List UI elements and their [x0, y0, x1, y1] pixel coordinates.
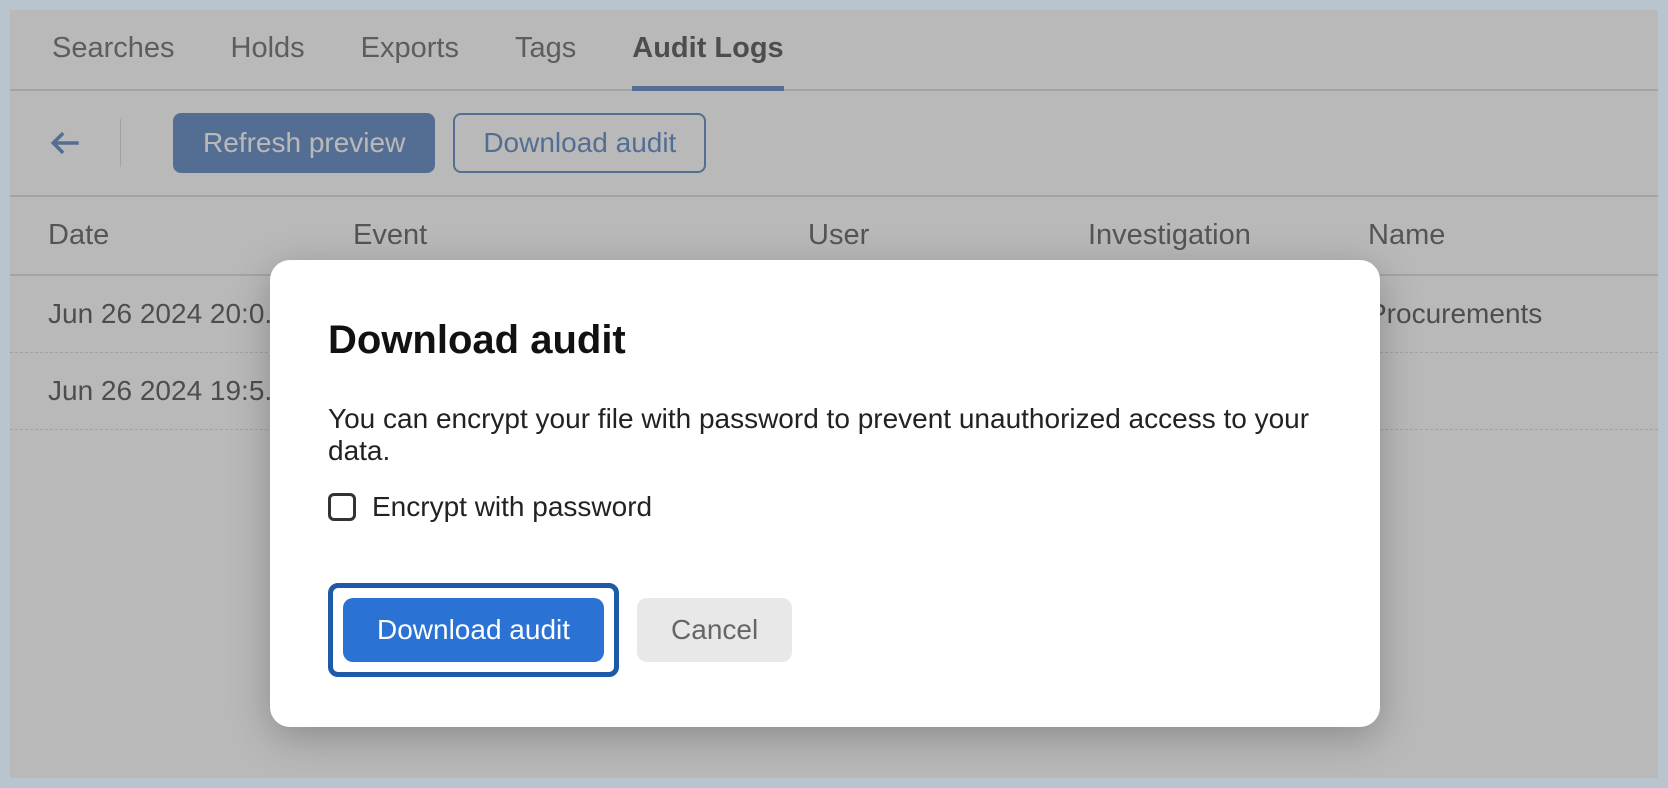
modal-cancel-button[interactable]: Cancel	[637, 598, 792, 662]
cell-name	[1368, 375, 1620, 407]
arrow-left-icon	[49, 126, 83, 160]
download-audit-button[interactable]: Download audit	[453, 113, 706, 173]
tab-tags[interactable]: Tags	[515, 32, 576, 89]
header-date: Date	[48, 219, 353, 252]
download-highlight: Download audit	[328, 583, 619, 677]
header-user: User	[808, 219, 1088, 252]
header-event: Event	[353, 219, 808, 252]
modal-download-button[interactable]: Download audit	[343, 598, 604, 662]
tab-exports[interactable]: Exports	[361, 32, 459, 89]
toolbar: Refresh preview Download audit	[10, 91, 1658, 197]
download-audit-modal: Download audit You can encrypt your file…	[270, 260, 1380, 727]
refresh-preview-button[interactable]: Refresh preview	[173, 113, 435, 173]
app-frame: Searches Holds Exports Tags Audit Logs R…	[10, 10, 1658, 778]
header-name: Name	[1368, 219, 1620, 252]
tab-searches[interactable]: Searches	[52, 32, 175, 89]
tab-holds[interactable]: Holds	[231, 32, 305, 89]
modal-actions: Download audit Cancel	[328, 583, 1322, 677]
encrypt-checkbox-row[interactable]: Encrypt with password	[328, 491, 1322, 523]
tabs-bar: Searches Holds Exports Tags Audit Logs	[10, 10, 1658, 91]
back-button[interactable]	[48, 125, 84, 161]
modal-title: Download audit	[328, 318, 1322, 363]
tab-audit-logs[interactable]: Audit Logs	[632, 32, 783, 89]
cell-name: Procurements	[1368, 298, 1620, 330]
toolbar-divider	[120, 119, 121, 167]
encrypt-checkbox-label: Encrypt with password	[372, 491, 652, 523]
modal-description: You can encrypt your file with password …	[328, 403, 1322, 467]
header-investigation: Investigation	[1088, 219, 1368, 252]
encrypt-checkbox[interactable]	[328, 493, 356, 521]
